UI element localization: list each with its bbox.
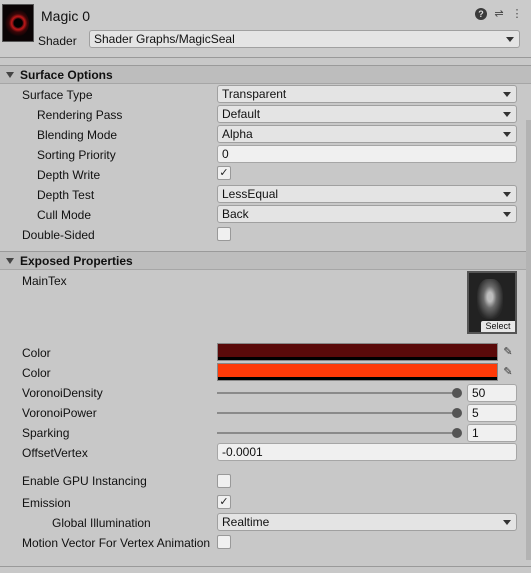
blending-mode-label: Blending Mode: [37, 128, 118, 142]
sparking-input[interactable]: 1: [467, 424, 517, 442]
voronoi-density-input[interactable]: 50: [467, 384, 517, 402]
gpu-instancing-checkbox[interactable]: [217, 474, 231, 488]
divider: [0, 566, 531, 567]
surface-type-value: Transparent: [222, 87, 287, 101]
material-preview-thumbnail[interactable]: [2, 4, 34, 42]
cull-mode-label: Cull Mode: [37, 208, 92, 222]
dropdown-arrow-icon: [503, 112, 511, 117]
blending-mode-value: Alpha: [222, 127, 253, 141]
maintex-texture-slot[interactable]: Select: [467, 271, 517, 334]
sparking-slider[interactable]: [217, 432, 457, 434]
surface-type-label: Surface Type: [22, 88, 93, 102]
scrollbar[interactable]: [526, 120, 531, 560]
alpha-bar: [218, 377, 497, 380]
surface-type-dropdown[interactable]: Transparent: [217, 85, 517, 103]
section-title: Exposed Properties: [20, 254, 133, 268]
global-illumination-value: Realtime: [222, 515, 270, 529]
more-menu-icon[interactable]: ⋮: [511, 8, 523, 20]
section-exposed-properties[interactable]: Exposed Properties: [0, 251, 531, 270]
sorting-priority-input[interactable]: 0: [217, 145, 517, 163]
shader-dropdown[interactable]: Shader Graphs/MagicSeal: [89, 30, 520, 48]
color-2-label: Color: [22, 366, 51, 380]
material-inspector: Magic 0 ? ⇌ ⋮ Shader Shader Graphs/Magic…: [0, 0, 531, 573]
material-header: Magic 0 ? ⇌ ⋮ Shader Shader Graphs/Magic…: [0, 0, 531, 58]
depth-write-checkbox[interactable]: ✓: [217, 166, 231, 180]
voronoi-density-slider-handle[interactable]: [452, 388, 462, 398]
shader-dropdown-value: Shader Graphs/MagicSeal: [94, 32, 235, 46]
section-title: Surface Options: [20, 68, 113, 82]
dropdown-arrow-icon: [503, 132, 511, 137]
dropdown-arrow-icon: [503, 92, 511, 97]
rendering-pass-dropdown[interactable]: Default: [217, 105, 517, 123]
global-illumination-label: Global Illumination: [52, 516, 151, 530]
foldout-triangle-icon: [6, 258, 14, 264]
offset-vertex-input[interactable]: -0.0001: [217, 443, 517, 461]
eyedropper-icon[interactable]: ✎: [500, 344, 516, 360]
depth-write-label: Depth Write: [37, 168, 101, 182]
voronoi-density-label: VoronoiDensity: [22, 386, 103, 400]
voronoi-power-slider[interactable]: [217, 412, 457, 414]
emission-label: Emission: [22, 496, 71, 510]
eyedropper-icon[interactable]: ✎: [500, 364, 516, 380]
cull-mode-value: Back: [222, 207, 249, 221]
settings-sliders-icon[interactable]: ⇌: [493, 8, 505, 20]
rendering-pass-label: Rendering Pass: [37, 108, 123, 122]
motion-vector-checkbox[interactable]: [217, 535, 231, 549]
preview-swirl: [5, 9, 29, 37]
section-surface-options[interactable]: Surface Options: [0, 65, 531, 84]
dropdown-arrow-icon: [503, 520, 511, 525]
depth-test-dropdown[interactable]: LessEqual: [217, 185, 517, 203]
blending-mode-dropdown[interactable]: Alpha: [217, 125, 517, 143]
sparking-slider-handle[interactable]: [452, 428, 462, 438]
color-2-swatch[interactable]: [217, 363, 498, 381]
foldout-triangle-icon: [6, 72, 14, 78]
alpha-bar: [218, 357, 497, 360]
dropdown-arrow-icon: [503, 192, 511, 197]
offset-vertex-label: OffsetVertex: [22, 446, 88, 460]
header-icons: ? ⇌ ⋮: [475, 8, 523, 20]
voronoi-power-label: VoronoiPower: [22, 406, 97, 420]
texture-select-button[interactable]: Select: [481, 321, 515, 332]
texture-thumbnail: [477, 279, 503, 319]
double-sided-label: Double-Sided: [22, 228, 95, 242]
cull-mode-dropdown[interactable]: Back: [217, 205, 517, 223]
depth-test-label: Depth Test: [37, 188, 95, 202]
color-1-label: Color: [22, 346, 51, 360]
material-title: Magic 0: [41, 8, 91, 24]
gpu-instancing-label: Enable GPU Instancing: [22, 474, 147, 488]
rendering-pass-value: Default: [222, 107, 261, 121]
sparking-label: Sparking: [22, 426, 70, 440]
double-sided-checkbox[interactable]: [217, 227, 231, 241]
help-icon[interactable]: ?: [475, 8, 487, 20]
emission-checkbox[interactable]: ✓: [217, 495, 231, 509]
dropdown-arrow-icon: [506, 37, 514, 42]
voronoi-power-slider-handle[interactable]: [452, 408, 462, 418]
voronoi-density-slider[interactable]: [217, 392, 457, 394]
voronoi-power-input[interactable]: 5: [467, 404, 517, 422]
depth-test-value: LessEqual: [222, 187, 279, 201]
shader-label: Shader: [38, 34, 77, 48]
sorting-priority-label: Sorting Priority: [37, 148, 116, 162]
color-1-swatch[interactable]: [217, 343, 498, 361]
maintex-label: MainTex: [22, 274, 67, 288]
global-illumination-dropdown[interactable]: Realtime: [217, 513, 517, 531]
dropdown-arrow-icon: [503, 212, 511, 217]
motion-vector-label: Motion Vector For Vertex Animation: [22, 536, 211, 550]
